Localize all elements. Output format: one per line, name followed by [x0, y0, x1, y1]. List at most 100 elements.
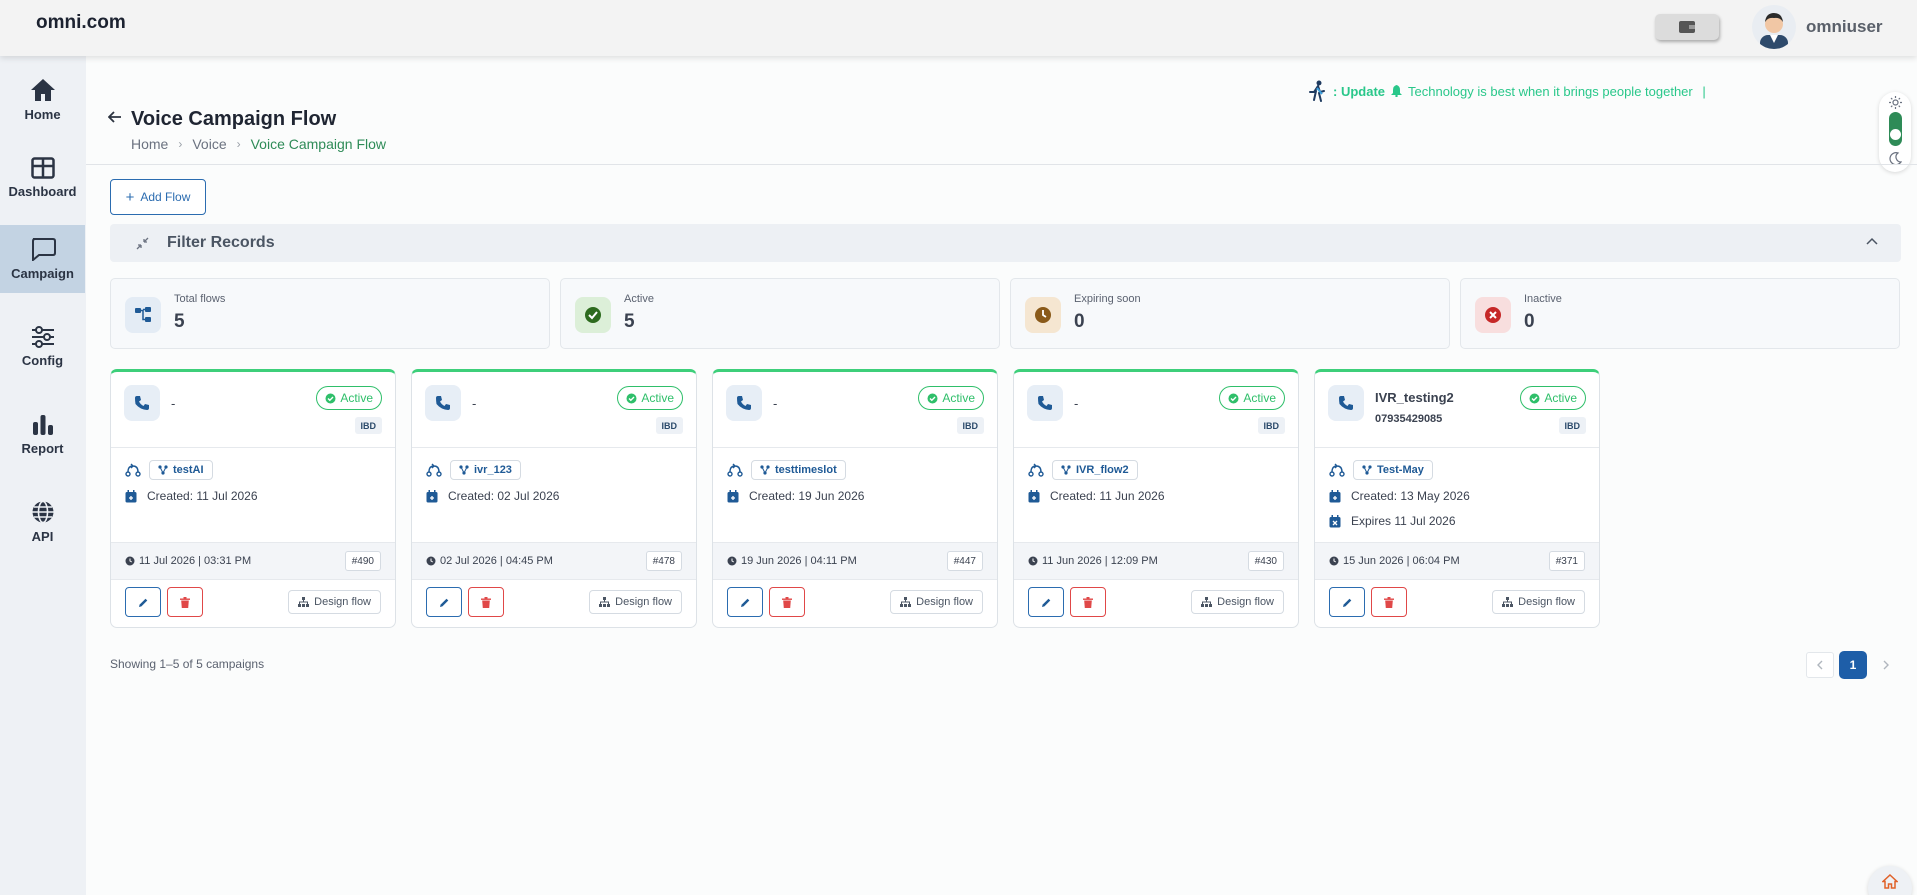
toggle-knob: [1890, 129, 1901, 140]
pagination-summary: Showing 1–5 of 5 campaigns: [110, 657, 265, 671]
flow-row: Test-May: [1329, 460, 1433, 480]
card-meta: 02 Jul 2026 | 04:45 PM #478: [412, 542, 696, 580]
card-header: - Active IBD: [111, 372, 395, 448]
edit-button[interactable]: [1028, 587, 1064, 617]
design-flow-button[interactable]: Design flow: [1492, 590, 1585, 614]
phone-icon: [726, 385, 762, 421]
chevron-left-icon: [1817, 660, 1823, 670]
flow-tag[interactable]: IVR_flow2: [1052, 460, 1138, 480]
card-header: - Active IBD: [1014, 372, 1298, 448]
filter-records-toggle[interactable]: Filter Records: [110, 224, 1901, 262]
edit-button[interactable]: [125, 587, 161, 617]
delete-button[interactable]: [468, 587, 504, 617]
delete-button[interactable]: [1371, 587, 1407, 617]
pencil-icon: [138, 598, 147, 607]
phone-icon: [124, 385, 160, 421]
design-flow-label: Design flow: [615, 596, 672, 608]
breadcrumb-home[interactable]: Home: [131, 136, 168, 152]
theme-toggle[interactable]: [1879, 92, 1911, 172]
pagination-prev-button[interactable]: [1806, 652, 1834, 678]
timestamp-text: 02 Jul 2026 | 04:45 PM: [440, 555, 553, 567]
toggle-switch[interactable]: [1889, 112, 1902, 146]
edit-button[interactable]: [1329, 587, 1365, 617]
avatar[interactable]: [1752, 5, 1796, 49]
flow-name: IVR_flow2: [1076, 464, 1129, 476]
home-icon: [1882, 874, 1898, 889]
check-circle-icon: [1529, 393, 1540, 403]
pagination-page-1[interactable]: 1: [1839, 651, 1867, 679]
check-circle-icon: [626, 393, 637, 403]
design-flow-button[interactable]: Design flow: [890, 590, 983, 614]
wallet-button[interactable]: [1655, 14, 1719, 40]
flow-tag[interactable]: testtimeslot: [751, 460, 846, 480]
announcement-prefix: : Update: [1333, 83, 1385, 99]
breadcrumb-voice[interactable]: Voice: [192, 136, 226, 152]
campaign-name: -: [773, 396, 778, 411]
clock-icon: [727, 556, 737, 566]
timestamp-text: 11 Jun 2026 | 12:09 PM: [1042, 555, 1158, 567]
phone-icon: [1027, 385, 1063, 421]
breadcrumb: Home › Voice › Voice Campaign Flow: [131, 136, 386, 152]
sitemap-icon: [298, 597, 310, 607]
wallet-icon: [1679, 21, 1695, 33]
sidebar-item-api[interactable]: API: [0, 488, 85, 556]
back-arrow-icon[interactable]: [107, 108, 122, 128]
filter-title: Filter Records: [167, 234, 275, 251]
delete-button[interactable]: [1070, 587, 1106, 617]
stat-inactive: Inactive 0: [1460, 278, 1900, 349]
check-circle-icon: [1228, 393, 1239, 403]
card-header: - Active IBD: [412, 372, 696, 448]
sidebar-item-campaign[interactable]: Campaign: [0, 225, 85, 293]
flow-tag[interactable]: testAI: [149, 460, 213, 480]
delete-button[interactable]: [167, 587, 203, 617]
dashboard-icon: [30, 157, 55, 179]
sidebar-item-label: API: [31, 529, 54, 544]
sidebar-item-dashboard[interactable]: Dashboard: [0, 144, 85, 212]
design-flow-button[interactable]: Design flow: [589, 590, 682, 614]
stat-value: 0: [1524, 311, 1535, 332]
add-flow-button[interactable]: + Add Flow: [110, 179, 206, 215]
edit-button[interactable]: [426, 587, 462, 617]
config-icon: [31, 326, 54, 348]
timestamp: 19 Jun 2026 | 04:11 PM: [727, 555, 857, 567]
trash-icon: [782, 596, 792, 608]
expires-row: Expires 11 Jul 2026: [1329, 514, 1456, 528]
timestamp-text: 11 Jul 2026 | 03:31 PM: [139, 555, 252, 567]
type-badge: IBD: [354, 417, 382, 434]
brand-logo[interactable]: omni.com: [36, 12, 126, 34]
created-date: Created: 11 Jun 2026: [1050, 489, 1165, 503]
pagination-next-button[interactable]: [1872, 652, 1900, 678]
status-label: Active: [942, 391, 975, 405]
clock-icon: [426, 556, 436, 566]
stat-label: Expiring soon: [1074, 293, 1141, 305]
home-fab-button[interactable]: [1868, 866, 1912, 895]
status-badge: Active: [1219, 386, 1285, 410]
created-row: Created: 19 Jun 2026: [727, 489, 864, 503]
edit-button[interactable]: [727, 587, 763, 617]
delete-button[interactable]: [769, 587, 805, 617]
card-meta: 11 Jun 2026 | 12:09 PM #430: [1014, 542, 1298, 580]
design-flow-button[interactable]: Design flow: [288, 590, 381, 614]
campaign-id: #371: [1548, 551, 1585, 571]
calendar-plus-icon: [426, 489, 438, 502]
sidebar-item-home[interactable]: Home: [0, 66, 85, 134]
sidebar: Home Dashboard Campaign Config Report AP…: [0, 56, 86, 895]
flow-tag[interactable]: ivr_123: [450, 460, 521, 480]
campaign-name: -: [1074, 396, 1079, 411]
campaign-name: -: [472, 396, 477, 411]
sidebar-item-report[interactable]: Report: [0, 401, 85, 469]
flow-tag[interactable]: Test-May: [1353, 460, 1433, 480]
flow-name: testAI: [173, 464, 204, 476]
campaign-card: - Active IBD testAI Created: 11 Jul 2026…: [110, 369, 396, 628]
sidebar-item-label: Home: [24, 107, 61, 122]
flow-icon: [760, 465, 770, 475]
timestamp-text: 15 Jun 2026 | 06:04 PM: [1343, 555, 1460, 567]
sidebar-item-config[interactable]: Config: [0, 313, 85, 381]
username[interactable]: omniuser: [1806, 17, 1883, 37]
chevron-up-icon: [1866, 237, 1878, 245]
flow-row: ivr_123: [426, 460, 521, 480]
route-icon: [125, 463, 141, 477]
stat-total-flows: Total flows 5: [110, 278, 550, 349]
route-icon: [426, 463, 442, 477]
design-flow-button[interactable]: Design flow: [1191, 590, 1284, 614]
